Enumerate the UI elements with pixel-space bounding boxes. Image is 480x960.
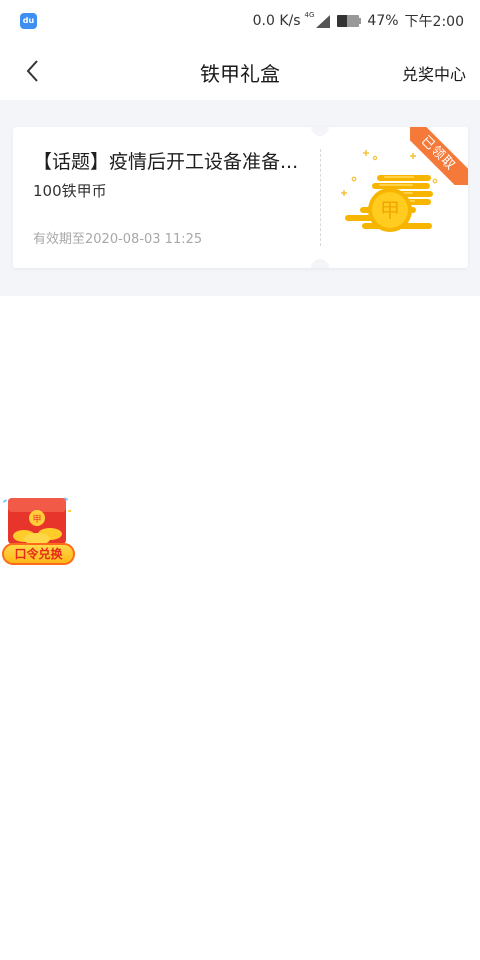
red-envelope-icon: 甲 bbox=[2, 497, 71, 545]
coupon-divider bbox=[320, 149, 321, 246]
battery-icon bbox=[337, 15, 362, 27]
coupon-notch-top bbox=[311, 127, 329, 136]
clock: 下午2:00 bbox=[404, 14, 464, 30]
network-type: 4G bbox=[304, 11, 315, 19]
coupon-value: 100铁甲币 bbox=[33, 182, 107, 200]
coin-glyph: 甲 bbox=[380, 198, 400, 222]
claimed-badge-label: 已领取 bbox=[410, 127, 468, 185]
claimed-badge: 已领取 bbox=[410, 127, 468, 185]
signal-icon bbox=[316, 14, 331, 28]
coupon-card[interactable]: 【话题】疫情后开工设备准备... 100铁甲币 有效期至2020-08-03 1… bbox=[13, 127, 468, 268]
envelope-glyph: 甲 bbox=[32, 514, 41, 525]
redeem-center-link[interactable]: 兑奖中心 bbox=[402, 61, 466, 85]
coupon-title: 【话题】疫情后开工设备准备... bbox=[33, 151, 299, 173]
password-redeem-label: 口令兑换 bbox=[2, 543, 75, 565]
status-bar: du 0.0 K/s 4G 47% 下午2:00 bbox=[0, 0, 480, 42]
network-speed: 0.0 K/s bbox=[252, 13, 301, 29]
nav-bar: 铁甲礼盒 兑奖中心 bbox=[0, 42, 480, 100]
battery-percent: 47% bbox=[367, 13, 399, 29]
coupon-expiry: 有效期至2020-08-03 11:25 bbox=[33, 232, 203, 247]
app-notification-icon: du bbox=[20, 13, 37, 29]
coupon-notch-bottom bbox=[311, 259, 329, 268]
password-redeem-widget[interactable]: 甲 口令兑换 bbox=[0, 494, 78, 568]
content-area: 【话题】疫情后开工设备准备... 100铁甲币 有效期至2020-08-03 1… bbox=[0, 100, 480, 296]
status-indicators: 0.0 K/s 4G 47% 下午2:00 bbox=[253, 11, 464, 31]
